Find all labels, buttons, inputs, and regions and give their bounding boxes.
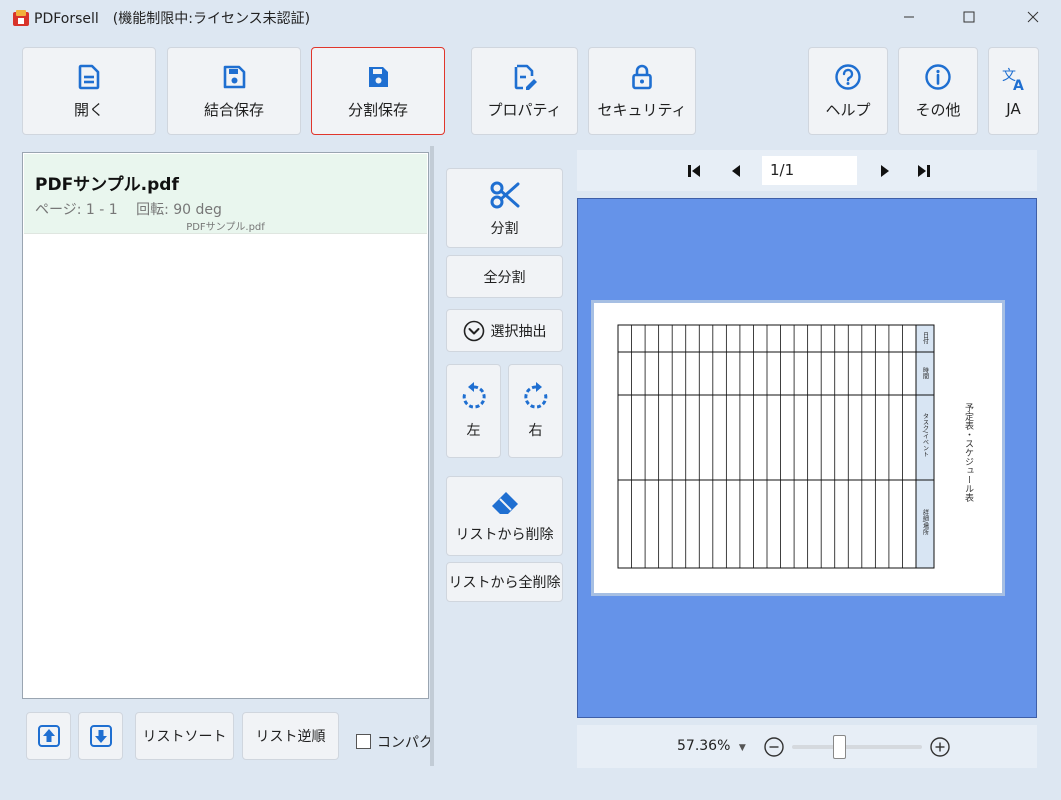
help-button[interactable]: ヘルプ xyxy=(808,47,888,135)
arrow-up-icon xyxy=(37,725,60,747)
open-label: 開く xyxy=(73,100,104,119)
move-down-button[interactable] xyxy=(78,712,123,760)
next-page-button[interactable] xyxy=(874,160,896,182)
other-button[interactable]: その他 xyxy=(898,47,978,135)
previous-page-icon xyxy=(732,165,740,177)
remove-from-list-label: リストから削除 xyxy=(455,527,554,543)
translate-icon: 文 A xyxy=(1002,68,1024,92)
compact-checkbox[interactable] xyxy=(356,734,371,749)
first-page-button[interactable] xyxy=(685,160,707,182)
arrow-down-icon xyxy=(89,725,112,747)
eraser-icon xyxy=(491,492,518,514)
language-label: JA xyxy=(1006,100,1021,118)
info-icon xyxy=(925,63,951,90)
remove-all-from-list-button[interactable]: リストから全削除 xyxy=(446,562,563,602)
close-icon xyxy=(1027,11,1039,23)
list-reverse-label: リスト逆順 xyxy=(255,729,326,745)
remove-all-from-list-label: リストから全削除 xyxy=(448,575,561,591)
zoom-slider-thumb[interactable] xyxy=(833,735,846,759)
chevron-down-icon: ▼ xyxy=(738,743,746,753)
help-icon xyxy=(835,63,861,90)
split-save-button[interactable]: 分割保存 xyxy=(311,47,445,135)
next-page-icon xyxy=(881,165,889,177)
zoom-slider[interactable] xyxy=(792,735,922,759)
rotate-left-button[interactable]: 左 xyxy=(446,364,501,458)
zoom-out-icon xyxy=(764,737,784,757)
zoom-out-button[interactable] xyxy=(763,736,785,758)
zoom-in-icon xyxy=(930,737,950,757)
properties-button[interactable]: プロパティ xyxy=(471,47,578,135)
open-button[interactable]: 開く xyxy=(22,47,156,135)
split-save-label: 分割保存 xyxy=(347,100,408,119)
lock-icon xyxy=(632,64,652,89)
window-title: PDForsell (機能制限中:ライセンス未認証) xyxy=(34,11,311,27)
zoom-in-button[interactable] xyxy=(929,736,951,758)
chevron-down-circle-icon xyxy=(463,320,484,341)
save-outline-icon xyxy=(223,65,246,88)
rotate-right-button[interactable]: 右 xyxy=(508,364,563,458)
language-button[interactable]: 文 A JA xyxy=(988,47,1039,135)
last-page-button[interactable] xyxy=(911,160,933,182)
maximize-icon xyxy=(963,11,975,23)
rotate-left-label: 左 xyxy=(466,423,481,439)
open-file-icon xyxy=(78,64,100,89)
remove-from-list-button[interactable]: リストから削除 xyxy=(446,476,563,556)
file-edit-icon xyxy=(514,64,537,90)
help-label: ヘルプ xyxy=(825,100,871,119)
pdf-preview-area[interactable]: 日付時間タスク/イベント詳細/場所 予定表・スケジュール表 xyxy=(577,198,1037,718)
previous-page-button[interactable] xyxy=(725,160,747,182)
rotate-right-icon xyxy=(523,382,547,409)
table-row-label: 時間 xyxy=(922,366,929,380)
title-bar: PDForsell (機能制限中:ライセンス未認証) xyxy=(0,0,1061,34)
table-row-label: 詳細/場所 xyxy=(922,508,929,536)
file-name: PDFサンプル.pdf xyxy=(35,175,179,195)
save-filled-icon xyxy=(369,66,388,87)
page-number-input[interactable]: 1/1 xyxy=(762,156,857,185)
select-extract-label: 選択抽出 xyxy=(490,323,547,340)
file-subtitle: PDFサンプル.pdf xyxy=(186,222,265,233)
properties-label: プロパティ xyxy=(487,100,562,119)
split-button[interactable]: 分割 xyxy=(446,168,563,248)
zoom-bar: 57.36% ▼ xyxy=(577,725,1037,768)
app-logo-icon xyxy=(13,10,29,26)
table-border xyxy=(617,324,935,569)
page-heading: 予定表・スケジュール表 xyxy=(963,403,974,503)
svg-text:A: A xyxy=(1013,78,1024,92)
panel-splitter[interactable] xyxy=(430,146,434,766)
scissors-icon xyxy=(490,181,519,209)
file-list-panel[interactable]: PDFサンプル.pdf ページ: 1 - 1 回転: 90 deg PDFサンプ… xyxy=(22,152,429,699)
security-label: セキュリティ xyxy=(597,100,687,119)
close-button[interactable] xyxy=(1010,0,1056,34)
merge-save-button[interactable]: 結合保存 xyxy=(167,47,301,135)
split-label: 分割 xyxy=(490,221,519,237)
split-all-label: 全分割 xyxy=(483,269,526,286)
last-page-icon xyxy=(918,165,930,177)
other-label: その他 xyxy=(915,100,961,119)
pdf-page-preview: 日付時間タスク/イベント詳細/場所 予定表・スケジュール表 xyxy=(591,300,1005,596)
security-button[interactable]: セキュリティ xyxy=(588,47,696,135)
table-row-label: 日付 xyxy=(922,332,929,345)
move-up-button[interactable] xyxy=(26,712,71,760)
table-row-label: タスク/イベント xyxy=(922,413,929,457)
schedule-table-thumbnail: 日付時間タスク/イベント詳細/場所 予定表・スケジュール表 xyxy=(617,324,974,569)
page-navigation-bar: 1/1 xyxy=(577,150,1037,191)
compact-label: コンパクト xyxy=(377,735,430,751)
merge-save-label: 結合保存 xyxy=(203,100,264,119)
select-extract-button[interactable]: 選択抽出 xyxy=(446,309,563,352)
split-all-button[interactable]: 全分割 xyxy=(446,255,563,298)
file-meta: ページ: 1 - 1 回転: 90 deg xyxy=(35,202,222,218)
maximize-button[interactable] xyxy=(946,0,992,34)
zoom-level-dropdown[interactable]: 57.36% ▼ xyxy=(677,738,746,754)
rotate-right-label: 右 xyxy=(528,423,543,439)
minimize-button[interactable] xyxy=(886,0,932,34)
minimize-icon xyxy=(904,16,914,18)
list-sort-button[interactable]: リストソート xyxy=(135,712,234,760)
list-reverse-button[interactable]: リスト逆順 xyxy=(242,712,339,760)
rotate-left-icon xyxy=(462,382,486,409)
list-sort-label: リストソート xyxy=(142,729,227,745)
first-page-icon xyxy=(688,165,700,177)
list-item[interactable]: PDFサンプル.pdf ページ: 1 - 1 回転: 90 deg PDFサンプ… xyxy=(24,154,427,234)
zoom-level-value: 57.36% xyxy=(677,738,731,754)
